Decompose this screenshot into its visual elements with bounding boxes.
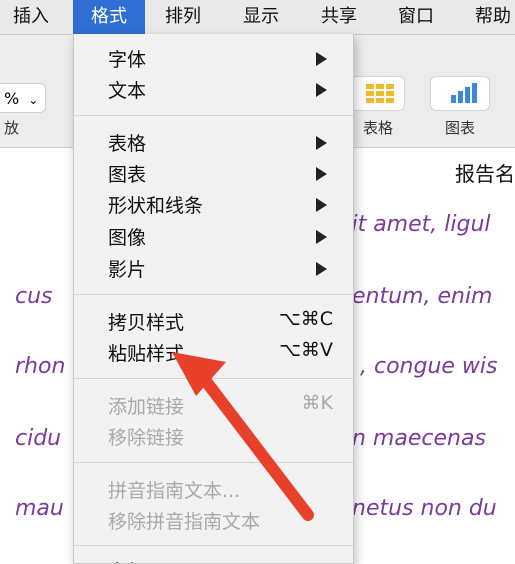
menu-separator <box>74 378 353 379</box>
menu-help[interactable]: 帮助 <box>460 0 515 34</box>
menu-separator <box>74 294 353 295</box>
body-text-line: cidu <box>15 426 62 451</box>
menu-item-remove-pinyin: 移除拼音指南文本 <box>74 504 353 534</box>
table-button-label: 表格 <box>362 119 393 137</box>
submenu-arrow-icon <box>316 230 327 244</box>
menu-item-label: 移除链接 <box>108 427 185 449</box>
body-text-line: , congue wis <box>360 354 498 379</box>
menu-shortcut: ⌘K <box>301 392 333 414</box>
menu-item-copy-style[interactable]: 拷贝样式 ⌥⌘C <box>74 305 353 335</box>
table-button[interactable] <box>350 76 405 111</box>
format-menu: 字体 文本 表格 图表 形状和线条 图像 影片 拷贝样式 ⌥⌘C 粘贴样式 ⌥⌘… <box>73 34 354 564</box>
body-text-line: netus non du <box>352 496 497 521</box>
menu-item-label: 形状和线条 <box>108 195 204 217</box>
chart-button-label: 图表 <box>444 119 475 137</box>
menu-share[interactable]: 共享 <box>306 0 372 34</box>
menu-item-table[interactable]: 表格 <box>74 126 353 156</box>
menu-item-remove-link: 移除链接 <box>74 420 353 450</box>
menu-item-label: 添加链接 <box>108 396 185 418</box>
menu-separator <box>74 115 353 116</box>
submenu-arrow-icon <box>316 136 327 150</box>
menu-item-label: 表格 <box>108 133 147 155</box>
body-text-line: entum, enim <box>352 284 493 309</box>
menu-item-label: 图表 <box>108 164 147 186</box>
menu-item-add-link: 添加链接 ⌘K <box>74 389 353 419</box>
menu-item-pinyin-text: 拼音指南文本... <box>74 473 353 503</box>
submenu-arrow-icon <box>316 52 327 66</box>
menu-item-font[interactable]: 字体 <box>74 42 353 72</box>
document-title: 报告名 <box>455 162 515 186</box>
menu-item-text[interactable]: 文本 <box>74 73 353 103</box>
zoom-select[interactable]: % ⌄ <box>0 83 46 113</box>
menu-shortcut: ⌥⌘V <box>279 339 333 361</box>
submenu-arrow-icon <box>316 262 327 276</box>
menu-item-label: 字体 <box>108 49 147 71</box>
menu-insert[interactable]: 插入 <box>0 0 62 34</box>
menu-bar: 插入 格式 排列 显示 共享 窗口 帮助 <box>0 0 515 35</box>
menu-separator <box>74 462 353 463</box>
menu-item-label: 粘贴样式 <box>108 343 185 365</box>
menu-shortcut: ⌥⌘C <box>278 308 333 330</box>
chart-icon <box>451 83 477 103</box>
zoom-value: % <box>4 89 20 108</box>
chart-button[interactable] <box>430 76 490 111</box>
menu-item-label: 拼音指南文本... <box>108 480 241 502</box>
menu-item-image[interactable]: 图像 <box>74 220 353 250</box>
submenu-arrow-icon <box>316 198 327 212</box>
body-text-line: sit amet, ligul <box>340 212 491 237</box>
menu-item-label: 移除拼音指南文本 <box>108 511 261 533</box>
body-text-line: n maecenas <box>352 426 486 451</box>
table-icon <box>366 84 394 103</box>
menu-window[interactable]: 窗口 <box>383 0 449 34</box>
zoom-label: 放 <box>4 119 20 137</box>
body-text-line: mau <box>15 496 64 521</box>
body-text-line: cus <box>15 284 53 309</box>
menu-item-paste-style[interactable]: 粘贴样式 ⌥⌘V <box>74 336 353 366</box>
menu-item-movie[interactable]: 影片 <box>74 252 353 282</box>
body-text-line: rhon <box>15 354 66 379</box>
menu-item-label: 影片 <box>108 259 147 281</box>
menu-arrange[interactable]: 排列 <box>150 0 216 34</box>
menu-item-chart[interactable]: 图表 <box>74 157 353 187</box>
menu-item-shapes-lines[interactable]: 形状和线条 <box>74 188 353 218</box>
menu-item-label: 文本 <box>108 80 147 102</box>
menu-separator <box>74 545 353 546</box>
submenu-arrow-icon <box>316 83 327 97</box>
submenu-arrow-icon <box>316 167 327 181</box>
menu-item-label: 图像 <box>108 227 147 249</box>
menu-view[interactable]: 显示 <box>228 0 294 34</box>
menu-format[interactable]: 格式 <box>73 0 145 34</box>
menu-item-label: 拷贝样式 <box>108 312 185 334</box>
chevron-down-icon: ⌄ <box>28 93 39 107</box>
